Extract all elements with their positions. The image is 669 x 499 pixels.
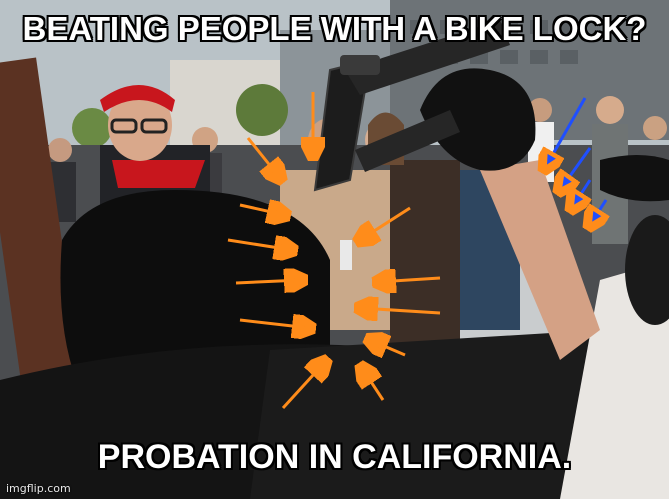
bottom-caption: PROBATION IN CALIFORNIA. bbox=[97, 438, 572, 476]
watermark: imgflip.com bbox=[6, 482, 71, 495]
meme-image: BEATING PEOPLE WITH A BIKE LOCK? PROBATI… bbox=[0, 0, 669, 499]
scene-illustration bbox=[0, 0, 669, 499]
tree bbox=[72, 108, 112, 148]
tree bbox=[236, 84, 288, 136]
top-caption: BEATING PEOPLE WITH A BIKE LOCK? bbox=[22, 10, 647, 47]
